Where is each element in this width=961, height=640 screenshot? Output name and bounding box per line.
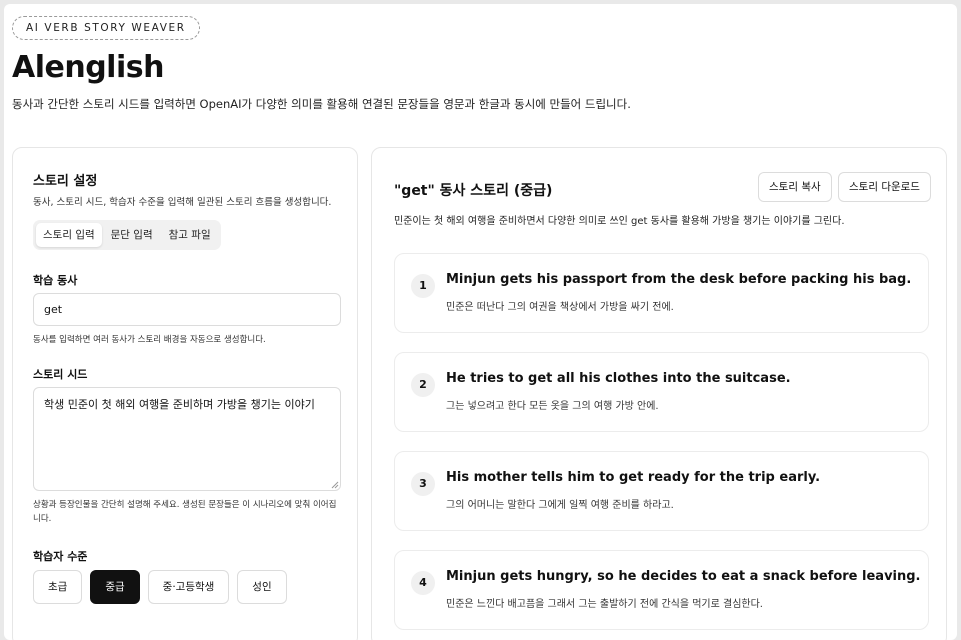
app-window: AI VERB STORY WEAVER Alenglish 동사과 간단한 스… bbox=[4, 4, 957, 640]
story-title: "get" 동사 스토리 (중급) bbox=[394, 183, 553, 199]
resize-grip-icon[interactable] bbox=[331, 481, 339, 489]
sentence-card: 1 Minjun gets his passport from the desk… bbox=[394, 253, 929, 333]
copy-story-button[interactable]: 스토리 복사 bbox=[758, 172, 832, 202]
page-subtitle: 동사과 간단한 스토리 시드를 입력하면 OpenAI가 다양한 의미를 활용해… bbox=[12, 97, 631, 111]
sentence-number: 1 bbox=[411, 274, 435, 298]
tab-story-input[interactable]: 스토리 입력 bbox=[36, 223, 102, 247]
sentence-english: Minjun gets his passport from the desk b… bbox=[446, 272, 912, 287]
sentence-english: Minjun gets hungry, so he decides to eat… bbox=[446, 569, 921, 584]
story-output-panel: "get" 동사 스토리 (중급) 스토리 복사 스토리 다운로드 민준이는 첫… bbox=[371, 147, 947, 640]
seed-label: 스토리 시드 bbox=[33, 368, 88, 381]
level-beginner-button[interactable]: 초급 bbox=[33, 570, 83, 604]
sentence-korean: 민준은 떠난다 그의 여권을 책상에서 가방을 싸기 전에. bbox=[446, 302, 674, 313]
level-label: 학습자 수준 bbox=[33, 550, 88, 563]
level-student-button[interactable]: 중·고등학생 bbox=[147, 570, 230, 604]
sentence-english: He tries to get all his clothes into the… bbox=[446, 371, 791, 386]
tab-paragraph-input[interactable]: 문단 입력 bbox=[104, 223, 160, 247]
verb-input[interactable] bbox=[33, 293, 341, 326]
level-intermediate-button[interactable]: 중급 bbox=[90, 570, 140, 604]
seed-hint: 상황과 등장인물을 간단히 설명해 주세요. 생성된 문장들은 이 시나리오에 … bbox=[33, 500, 337, 524]
download-story-button[interactable]: 스토리 다운로드 bbox=[838, 172, 931, 202]
sentence-number: 3 bbox=[411, 472, 435, 496]
settings-description: 동사, 스토리 시드, 학습자 수준을 입력해 일관된 스토리 흐름을 생성합니… bbox=[33, 197, 332, 208]
story-description: 민준이는 첫 해외 여행을 준비하면서 다양한 의미로 쓰인 get 동사를 활… bbox=[394, 216, 845, 227]
sentence-card: 4 Minjun gets hungry, so he decides to e… bbox=[394, 550, 929, 630]
tab-reference-file[interactable]: 참고 파일 bbox=[162, 223, 218, 247]
sentence-english: His mother tells him to get ready for th… bbox=[446, 470, 821, 485]
sentence-korean: 그의 어머니는 말한다 그에게 일찍 여행 준비를 하라고. bbox=[446, 500, 674, 511]
verb-label: 학습 동사 bbox=[33, 274, 78, 287]
sentence-korean: 그는 넣으려고 한다 모든 옷을 그의 여행 가방 안에. bbox=[446, 401, 659, 412]
sentence-korean: 민준은 느낀다 배고픔을 그래서 그는 출발하기 전에 간식을 먹기로 결심한다… bbox=[446, 599, 763, 610]
page-title: Alenglish bbox=[12, 50, 164, 85]
sentence-number: 2 bbox=[411, 373, 435, 397]
sentence-number: 4 bbox=[411, 571, 435, 595]
seed-textarea[interactable]: 학생 민준이 첫 해외 여행을 준비하며 가방을 챙기는 이야기 bbox=[33, 387, 341, 491]
sentence-card: 2 He tries to get all his clothes into t… bbox=[394, 352, 929, 432]
sentence-card: 3 His mother tells him to get ready for … bbox=[394, 451, 929, 531]
settings-title: 스토리 설정 bbox=[33, 174, 98, 189]
app-badge: AI VERB STORY WEAVER bbox=[12, 16, 200, 40]
input-mode-tabs: 스토리 입력 문단 입력 참고 파일 bbox=[33, 220, 221, 250]
verb-hint: 동사를 입력하면 여러 동사가 스토리 배경을 자동으로 생성합니다. bbox=[33, 335, 266, 345]
story-settings-panel: 스토리 설정 동사, 스토리 시드, 학습자 수준을 입력해 일관된 스토리 흐… bbox=[12, 147, 358, 640]
level-selector: 초급 중급 중·고등학생 성인 bbox=[33, 570, 287, 604]
level-adult-button[interactable]: 성인 bbox=[237, 570, 287, 604]
